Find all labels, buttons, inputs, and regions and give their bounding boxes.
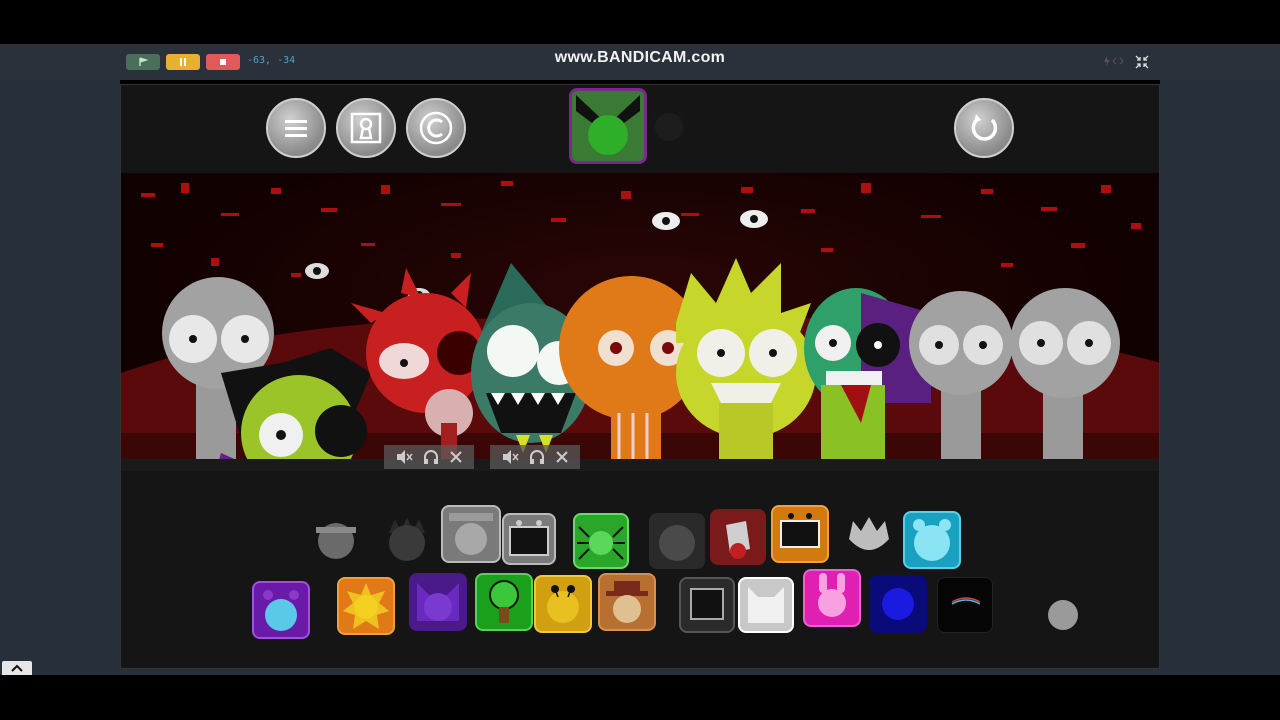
- orange-sun-icon: [343, 583, 389, 629]
- bottom-strip: [0, 669, 1280, 675]
- dark-sphere-icon: [659, 525, 695, 561]
- orange-tv-icon: [780, 513, 820, 548]
- bandicam-watermark: www.BANDICAM.com: [554, 49, 726, 66]
- mode-toggle-dark[interactable]: [649, 99, 689, 147]
- sound-yellow-bug[interactable]: [534, 575, 592, 633]
- sound-orange-tv[interactable]: [771, 505, 829, 563]
- turbo-icons: [1104, 56, 1128, 69]
- sound-red-bucket[interactable]: [710, 509, 766, 565]
- character-scene: [121, 173, 1159, 471]
- sound-purple-bear[interactable]: [252, 581, 310, 639]
- scene-illustration: [121, 181, 1159, 471]
- turbo-icon: [1104, 56, 1124, 66]
- sound-green-tree[interactable]: [475, 573, 533, 631]
- black-rainbow-icon: [951, 597, 981, 605]
- mode-toggle-green[interactable]: [569, 88, 647, 164]
- mute-controls-2: [490, 445, 580, 469]
- sound-black-rainbow[interactable]: [937, 577, 993, 633]
- gray-hat-icon: [449, 513, 493, 555]
- gray-spiky-icon: [389, 517, 425, 561]
- right-gutter: [1160, 80, 1280, 674]
- purple-cat-icon: [417, 583, 459, 621]
- shrink-stage-icon[interactable]: [1134, 54, 1150, 70]
- collapse-button[interactable]: [2, 661, 32, 675]
- credits-button[interactable]: [406, 98, 466, 158]
- yellow-bug-icon: [547, 585, 579, 623]
- sound-purple-cat[interactable]: [409, 573, 467, 631]
- sound-green-spider[interactable]: [573, 513, 629, 569]
- dark-tv-icon: [690, 588, 724, 620]
- mute-controls-1: [384, 445, 474, 469]
- chevron-up-icon: [11, 664, 23, 672]
- close-icon[interactable]: [555, 450, 569, 464]
- keyhole-icon: [350, 112, 382, 144]
- gray-tv-icon: [509, 520, 549, 556]
- sound-brown-hat[interactable]: [598, 573, 656, 631]
- brown-hat-icon: [606, 581, 648, 623]
- pink-bunny-icon: [818, 573, 846, 617]
- sound-dark-tv[interactable]: [679, 577, 735, 633]
- mute-icon[interactable]: [395, 449, 413, 465]
- sound-white-cat[interactable]: [738, 577, 794, 633]
- reset-icon: [971, 114, 998, 141]
- mode-icon-green: [572, 91, 644, 161]
- menu-icon: [285, 120, 307, 137]
- sound-dark-sphere[interactable]: [649, 513, 705, 569]
- menu-button[interactable]: [266, 98, 326, 158]
- sound-gray-small[interactable]: [1037, 585, 1087, 635]
- headphones-icon[interactable]: [529, 449, 545, 465]
- sound-pink-bunny[interactable]: [803, 569, 861, 627]
- copyright-icon: [419, 111, 453, 145]
- gray-headband-icon: [316, 523, 356, 559]
- mute-icon[interactable]: [501, 449, 519, 465]
- green-spider-icon: [577, 526, 625, 560]
- sound-gray-headband[interactable]: [308, 509, 364, 565]
- sound-orange-sun[interactable]: [337, 577, 395, 635]
- project-stage[interactable]: [120, 84, 1160, 669]
- sound-gray-hat[interactable]: [441, 505, 501, 563]
- gray-small-icon: [1048, 600, 1078, 630]
- white-cat-icon: [748, 587, 784, 623]
- red-bucket-icon: [726, 521, 750, 559]
- sound-white-spiky[interactable]: [841, 509, 897, 565]
- mode-icon-dark: [653, 105, 685, 141]
- purple-bear-icon: [263, 590, 299, 631]
- headphones-icon[interactable]: [423, 449, 439, 465]
- sound-blue-circle[interactable]: [869, 575, 927, 633]
- sound-gray-tv[interactable]: [502, 513, 556, 565]
- blue-bear-icon: [913, 519, 951, 561]
- white-spiky-icon: [849, 517, 889, 550]
- left-gutter: [0, 80, 120, 674]
- keyhole-button[interactable]: [336, 98, 396, 158]
- close-icon[interactable]: [449, 450, 463, 464]
- sound-gray-spiky[interactable]: [379, 509, 435, 565]
- reset-button[interactable]: [954, 98, 1014, 158]
- blue-circle-icon: [882, 588, 914, 620]
- sound-blue-bear[interactable]: [903, 511, 961, 569]
- green-tree-icon: [489, 580, 519, 623]
